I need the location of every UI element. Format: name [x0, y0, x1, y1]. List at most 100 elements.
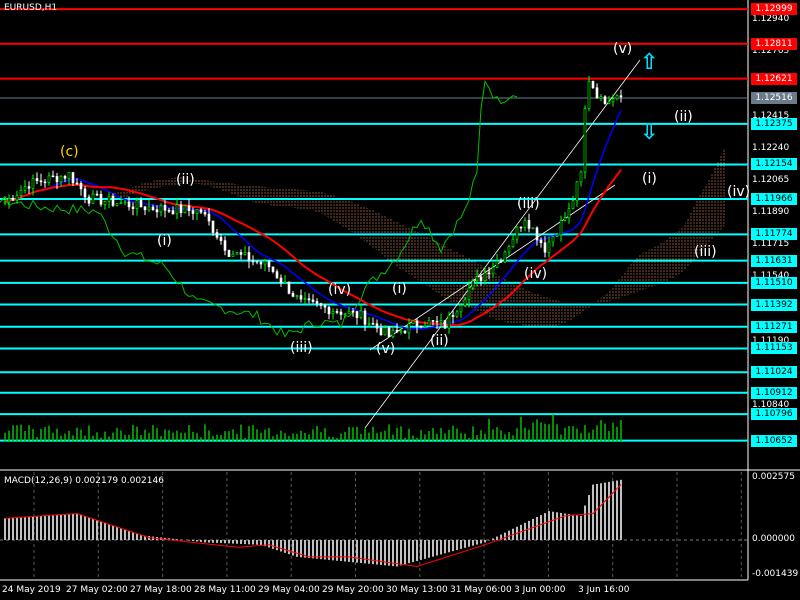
candle-body — [475, 276, 479, 282]
candle-body — [319, 303, 323, 306]
candle-body — [419, 325, 423, 328]
candle-body — [379, 327, 383, 336]
candle-body — [147, 206, 151, 211]
wave-label: (iv) — [328, 282, 352, 298]
candle-body — [167, 209, 171, 212]
candle-body — [495, 260, 499, 268]
candle-body — [119, 202, 123, 204]
resistance-level-label: 1.12621 — [751, 72, 797, 85]
candle-body — [95, 193, 99, 196]
support-level-label: 1.11024 — [751, 366, 797, 379]
candle-body — [391, 329, 395, 337]
candle-body — [335, 311, 339, 313]
candle-body — [51, 175, 55, 178]
candle-body — [211, 220, 215, 233]
candle-body — [567, 208, 571, 219]
candle-body — [199, 209, 203, 213]
candle-body — [447, 315, 451, 329]
macd-axis-label: -0.001439 — [752, 569, 799, 579]
chart-canvas[interactable] — [0, 0, 800, 600]
candle-body — [191, 210, 195, 214]
arrow-down-icon: ⇩ — [640, 120, 659, 145]
candle-body — [311, 299, 315, 302]
candle-body — [331, 311, 335, 315]
candle-body — [155, 209, 159, 213]
candle-body — [451, 315, 455, 317]
time-axis-label: 29 May 20:00 — [322, 585, 384, 595]
candle-body — [399, 330, 403, 333]
current-price-label: 1.12516 — [751, 91, 797, 104]
candle-body — [31, 178, 35, 189]
support-level-label: 1.10652 — [751, 434, 797, 447]
candle-body — [283, 281, 287, 284]
candle-body — [523, 220, 527, 228]
candle-body — [15, 195, 19, 201]
candle-body — [327, 306, 331, 315]
candle-body — [575, 181, 579, 202]
support-level-label: 1.12375 — [751, 117, 797, 130]
resistance-level-label: 1.12811 — [751, 37, 797, 50]
candle-body — [455, 311, 459, 317]
candle-body — [607, 101, 611, 104]
candle-body — [87, 196, 91, 204]
wave-label: (ii) — [176, 172, 195, 188]
candle-body — [515, 226, 519, 240]
candle-body — [187, 205, 191, 211]
candle-body — [19, 190, 23, 196]
candle-body — [339, 311, 343, 315]
candle-body — [159, 205, 163, 213]
candle-body — [599, 96, 603, 99]
candle-body — [59, 175, 63, 183]
price-axis-label: 1.12065 — [752, 174, 790, 185]
price-axis-label: 1.12940 — [752, 14, 790, 24]
wave-label: (i) — [392, 281, 407, 297]
candle-body — [535, 227, 539, 241]
candle-body — [275, 271, 279, 279]
support-level-label: 1.10912 — [751, 386, 797, 399]
candle-body — [619, 95, 623, 98]
candle-body — [111, 196, 115, 206]
candle-body — [519, 226, 523, 229]
wave-label: (v) — [613, 41, 633, 57]
price-axis-label: 1.11715 — [752, 239, 790, 250]
candle-body — [315, 301, 319, 304]
candle-body — [239, 252, 243, 255]
candle-body — [459, 304, 463, 313]
wave-label: (c) — [60, 144, 79, 160]
candle-body — [27, 186, 31, 189]
candle-body — [91, 193, 95, 204]
candle-body — [163, 205, 167, 211]
candle-body — [247, 252, 251, 262]
candle-body — [291, 293, 295, 297]
candle-body — [115, 203, 119, 206]
price-axis-label: 1.12240 — [752, 142, 790, 153]
candle-body — [287, 281, 291, 294]
wave-label: (ii) — [430, 333, 449, 349]
wave-label: (i) — [642, 171, 657, 187]
candle-body — [407, 323, 411, 334]
candle-body — [443, 320, 447, 329]
symbol-title: EURUSD,H1 — [4, 3, 58, 13]
candle-body — [511, 238, 515, 247]
wave-label: (iii) — [290, 340, 313, 356]
candle-body — [75, 182, 79, 185]
candle-body — [179, 204, 183, 213]
candle-body — [243, 252, 247, 255]
candle-body — [587, 81, 591, 109]
candle-body — [415, 320, 419, 327]
candle-body — [295, 295, 299, 297]
chikou-line — [0, 79, 518, 338]
candle-body — [11, 197, 15, 201]
candle-body — [371, 322, 375, 325]
wave-label: (iv) — [524, 266, 548, 282]
macd-axis-label: 0.002575 — [752, 472, 795, 482]
candle-body — [3, 201, 7, 204]
candle-body — [503, 251, 507, 263]
candle-body — [579, 171, 583, 183]
candle-body — [463, 299, 467, 306]
candle-body — [403, 330, 407, 334]
candle-body — [583, 108, 587, 173]
candle-body — [347, 310, 351, 314]
candle-body — [551, 236, 555, 243]
wave-label: (iii) — [694, 244, 717, 260]
